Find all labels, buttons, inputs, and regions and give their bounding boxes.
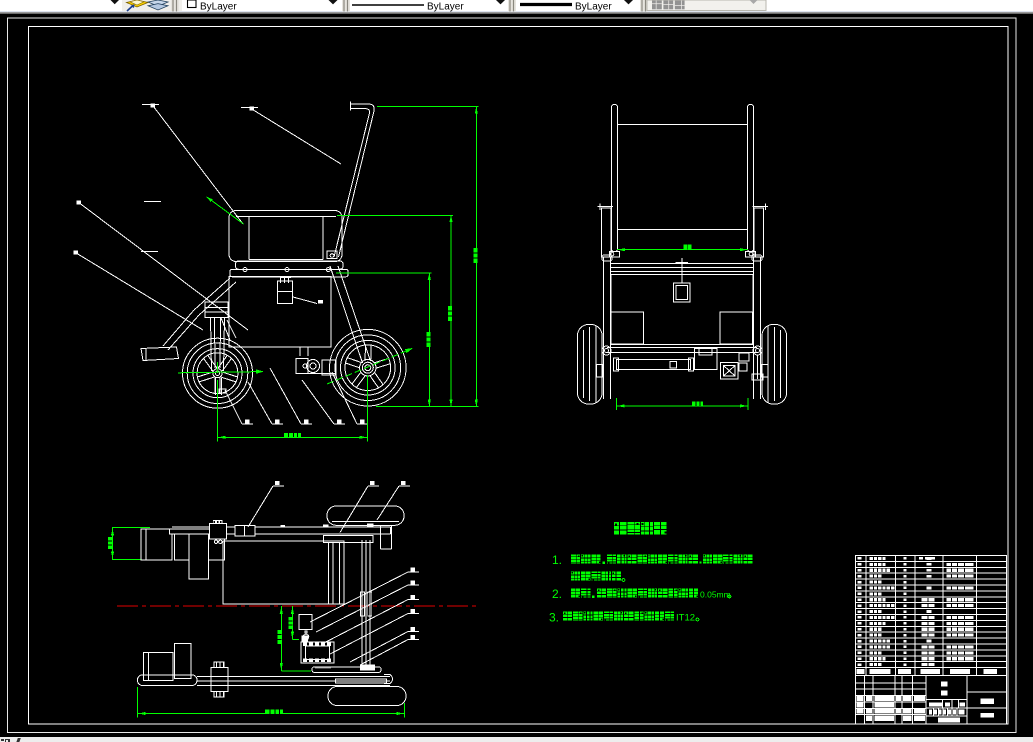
svg-text:IT12: IT12 bbox=[676, 613, 695, 624]
svg-text:0.05mm: 0.05mm bbox=[700, 590, 731, 600]
svg-text:2.: 2. bbox=[552, 587, 562, 601]
svg-text:ByLayer: ByLayer bbox=[427, 2, 464, 13]
svg-text:1.: 1. bbox=[552, 553, 562, 567]
svg-text:3.: 3. bbox=[549, 611, 559, 625]
svg-text:ByLayer: ByLayer bbox=[575, 2, 612, 13]
svg-text:ByLayer: ByLayer bbox=[200, 2, 237, 13]
